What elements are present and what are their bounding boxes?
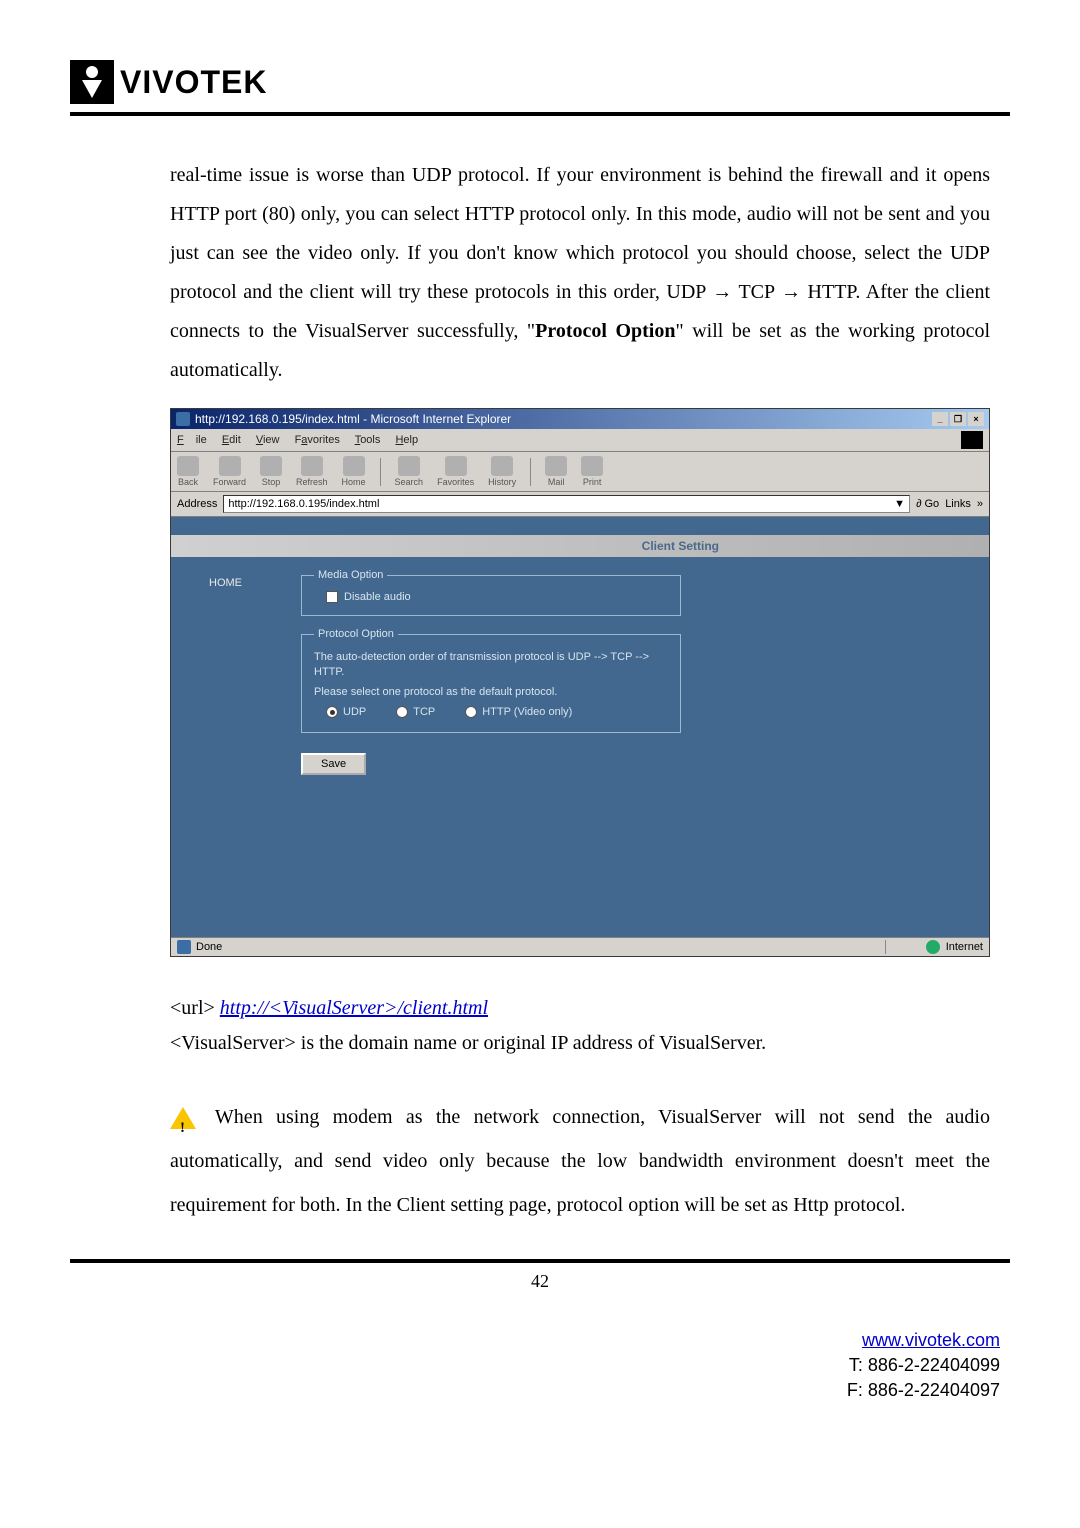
page-banner: Client Setting [171,535,989,557]
menu-edit[interactable]: Edit [222,434,241,446]
footer: www.vivotek.com T: 886-2-22404099 F: 886… [0,1328,1080,1444]
mail-button[interactable]: Mail [545,456,567,487]
zone-text: Internet [946,941,983,953]
stop-button[interactable]: Stop [260,456,282,487]
menu-help[interactable]: Help [395,434,418,446]
ie-window: http://192.168.0.195/index.html - Micros… [170,408,990,957]
footer-tel: T: 886-2-22404099 [849,1355,1000,1375]
media-legend: Media Option [314,569,387,581]
body-paragraph: real-time issue is worse than UDP protoc… [70,156,1010,390]
protocol-option-group: Protocol Option The auto-detection order… [301,628,681,733]
close-button[interactable]: × [968,412,984,426]
save-button[interactable]: Save [301,753,366,775]
media-option-group: Media Option Disable audio [301,569,681,616]
address-bar: Address http://192.168.0.195/index.html▼… [171,492,989,517]
back-button[interactable]: Back [177,456,199,487]
divider-top [70,112,1010,116]
links-label[interactable]: Links [945,498,971,510]
home-link[interactable]: HOME [209,577,242,589]
warning-icon [170,1107,196,1129]
windows-flag-icon [961,431,983,449]
history-button[interactable]: History [488,456,516,487]
ie-icon [176,412,190,426]
minimize-button[interactable]: _ [932,412,948,426]
search-button[interactable]: Search [395,456,424,487]
warning-paragraph: When using modem as the network connecti… [70,1095,1010,1227]
refresh-button[interactable]: Refresh [296,456,328,487]
maximize-button[interactable]: ❐ [950,412,966,426]
radio-icon [326,706,338,718]
logo-text: VIVOTEK [120,64,267,101]
logo: VIVOTEK [70,60,1010,104]
address-input[interactable]: http://192.168.0.195/index.html▼ [223,495,910,513]
menubar: File Edit View Favorites Tools Help [171,429,989,452]
radio-icon [465,706,477,718]
status-text: Done [196,941,222,953]
menu-view[interactable]: View [256,434,280,446]
url-line: <url> http://<VisualServer>/client.html [70,997,1010,1020]
logo-icon [70,60,114,104]
statusbar: Done Internet [171,937,989,956]
go-button[interactable]: ∂Go [916,498,939,510]
screenshot: http://192.168.0.195/index.html - Micros… [70,408,1010,957]
address-label: Address [177,498,217,510]
window-title: http://192.168.0.195/index.html - Micros… [195,412,511,426]
favorites-button[interactable]: Favorites [437,456,474,487]
protocol-desc-2: Please select one protocol as the defaul… [314,685,668,700]
menu-tools[interactable]: Tools [355,434,381,446]
menu-file[interactable]: File [177,434,207,446]
menu-favorites[interactable]: Favorites [295,434,340,446]
footer-url[interactable]: www.vivotek.com [862,1330,1000,1350]
disable-audio-checkbox[interactable]: Disable audio [326,591,668,603]
divider-bottom [70,1259,1010,1263]
toolbar: Back Forward Stop Refresh Home Search Fa… [171,452,989,492]
vs-desc: <VisualServer> is the domain name or ori… [70,1032,1010,1055]
radio-http[interactable]: HTTP (Video only) [465,706,572,718]
checkbox-icon [326,591,338,603]
ie-titlebar: http://192.168.0.195/index.html - Micros… [171,409,989,429]
page-number: 42 [0,1271,1080,1292]
home-button[interactable]: Home [342,456,366,487]
protocol-desc-1: The auto-detection order of transmission… [314,650,668,681]
page-content: Client Setting HOME Media Option Disable… [171,517,989,937]
footer-fax: F: 886-2-22404097 [847,1380,1000,1400]
radio-tcp[interactable]: TCP [396,706,435,718]
internet-zone-icon [926,940,940,954]
print-button[interactable]: Print [581,456,603,487]
forward-button[interactable]: Forward [213,456,246,487]
radio-udp[interactable]: UDP [326,706,366,718]
protocol-legend: Protocol Option [314,628,398,640]
client-url-link[interactable]: http://<VisualServer>/client.html [220,997,488,1019]
ie-status-icon [177,940,191,954]
radio-icon [396,706,408,718]
